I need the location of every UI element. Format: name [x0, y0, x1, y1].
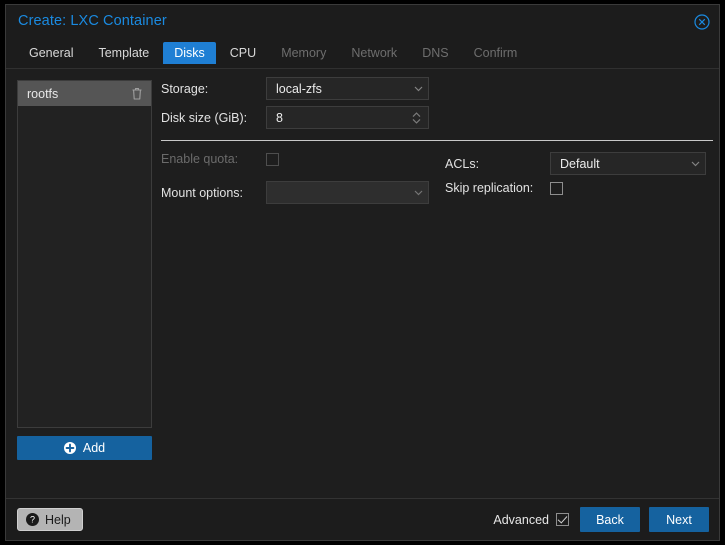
help-button-label: Help [45, 512, 71, 527]
chevron-down-icon [413, 83, 424, 94]
dialog-title: Create: LXC Container [18, 13, 167, 29]
list-item[interactable]: rootfs [18, 81, 151, 106]
advanced-checkbox[interactable] [556, 513, 569, 526]
disk-list-panel: rootfs [17, 80, 152, 428]
advanced-label: Advanced [493, 512, 549, 527]
enable-quota-checkbox [266, 152, 279, 166]
dialog-body: rootfs Add Storage: local-zfs Disk size … [6, 69, 719, 498]
add-button-label: Add [82, 441, 106, 455]
tab-cpu[interactable]: CPU [219, 42, 267, 64]
disk-form: Storage: local-zfs Disk size (GiB): 8 En… [158, 77, 713, 498]
plus-circle-icon [63, 442, 76, 454]
storage-value: local-zfs [276, 81, 322, 96]
svg-text:?: ? [30, 515, 35, 525]
form-divider [161, 140, 713, 141]
enable-quota-label: Enable quota: [161, 152, 239, 166]
mount-options-label: Mount options: [161, 185, 243, 200]
skip-replication-checkbox[interactable] [550, 181, 563, 195]
acls-row: ACLs: Default [445, 152, 706, 175]
trash-icon[interactable] [131, 87, 143, 100]
dialog-footer: ? Help Advanced Back Next [6, 498, 719, 540]
wizard-tabbar: General Template Disks CPU Memory Networ… [6, 38, 719, 69]
storage-row: Storage: local-zfs [161, 77, 429, 100]
skip-replication-label: Skip replication: [445, 181, 534, 195]
acls-value: Default [560, 156, 600, 171]
tab-dns[interactable]: DNS [411, 42, 459, 64]
chevron-down-icon [413, 187, 424, 198]
tab-disks[interactable]: Disks [163, 42, 216, 64]
advanced-toggle[interactable]: Advanced [493, 513, 569, 527]
disk-size-row: Disk size (GiB): 8 [161, 106, 429, 129]
disk-size-value: 8 [276, 110, 283, 125]
next-button[interactable]: Next [649, 507, 709, 532]
tab-network[interactable]: Network [340, 42, 408, 64]
create-lxc-container-dialog: Create: LXC Container General Template D… [5, 4, 720, 541]
tab-confirm[interactable]: Confirm [463, 42, 529, 64]
acls-select[interactable]: Default [550, 152, 706, 175]
storage-select[interactable]: local-zfs [266, 77, 429, 100]
storage-label: Storage: [161, 81, 209, 96]
mount-options-select[interactable] [266, 181, 429, 204]
mount-options-row: Mount options: [161, 181, 429, 204]
disk-size-input[interactable]: 8 [266, 106, 429, 129]
help-button[interactable]: ? Help [17, 508, 83, 531]
spinner-updown-icon[interactable] [411, 110, 422, 126]
close-icon[interactable] [694, 14, 710, 30]
footer-actions: Advanced Back Next [493, 507, 709, 532]
dialog-titlebar: Create: LXC Container [6, 5, 719, 38]
enable-quota-row: Enable quota: [161, 152, 279, 166]
question-circle-icon: ? [26, 513, 39, 526]
skip-replication-row: Skip replication: [445, 181, 563, 195]
tab-general[interactable]: General [18, 42, 84, 64]
disk-size-label: Disk size (GiB): [161, 110, 248, 125]
tab-memory[interactable]: Memory [270, 42, 337, 64]
back-button[interactable]: Back [580, 507, 640, 532]
chevron-down-icon [690, 158, 701, 169]
acls-label: ACLs: [445, 156, 480, 171]
tab-template[interactable]: Template [87, 42, 160, 64]
add-button[interactable]: Add [17, 436, 152, 460]
list-item-label: rootfs [27, 86, 59, 101]
